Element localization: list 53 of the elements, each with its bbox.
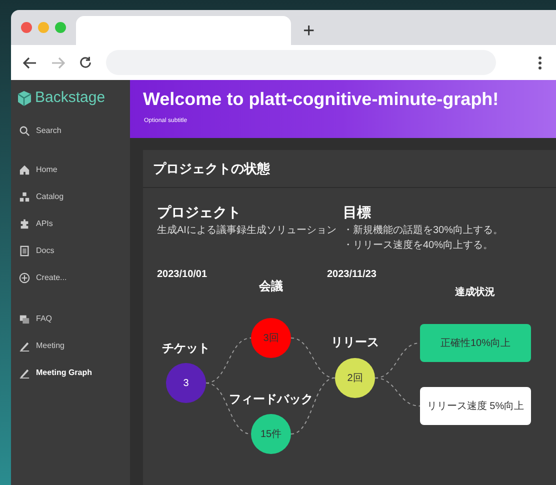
nav-item[interactable]: Create...: [11, 264, 130, 291]
goal-item: ・新規機能の話題を30%向上する。: [343, 224, 504, 238]
new-tab-button[interactable]: +: [291, 14, 327, 40]
connector: [290, 338, 336, 378]
nav-item[interactable]: Meeting Graph: [11, 359, 130, 386]
back-icon[interactable]: [23, 56, 37, 68]
search-icon: [19, 125, 30, 137]
document-icon: [19, 244, 30, 256]
connector: [206, 338, 252, 384]
node-label: 会議: [259, 278, 283, 295]
connector: [290, 378, 336, 434]
chat-icon: [19, 312, 30, 324]
nav-item[interactable]: Meeting: [11, 332, 130, 359]
home-icon: [19, 164, 30, 176]
plus-circle-icon: [19, 272, 30, 284]
logo-icon: [17, 90, 32, 106]
nav-item[interactable]: Search: [11, 116, 130, 146]
status-box: 正確性10%向上: [420, 324, 531, 362]
graph-node: 3: [166, 363, 206, 403]
graph-node: 3回: [251, 318, 291, 358]
graph-node: 2回: [335, 358, 375, 398]
date-label: 2023/10/01: [157, 268, 208, 282]
goals-heading: 目標: [343, 203, 372, 222]
nav-item[interactable]: Docs: [11, 237, 130, 264]
project-description: 生成AIによる議事録生成ソリューション: [157, 224, 338, 238]
date-label: 2023/11/23: [327, 268, 376, 282]
more-menu-icon[interactable]: [538, 56, 542, 70]
blocks-icon: [19, 190, 30, 202]
graph-node: 15件: [251, 414, 291, 454]
node-label: フィードバック: [229, 391, 313, 408]
nav-item[interactable]: Catalog: [11, 183, 130, 210]
page-title: Welcome to platt-cognitive-minute-graph!: [143, 88, 499, 111]
nav-item[interactable]: APIs: [11, 210, 130, 237]
goal-item: ・リリース速度を40%向上する。: [343, 238, 494, 253]
browser-tab[interactable]: [76, 16, 291, 45]
puzzle-icon: [19, 218, 30, 230]
project-heading: プロジェクト: [157, 203, 242, 222]
minimize-window-icon[interactable]: [38, 22, 49, 33]
nav-item[interactable]: FAQ: [11, 305, 130, 332]
logo-text: Backstage: [35, 88, 106, 108]
maximize-window-icon[interactable]: [55, 22, 66, 33]
status-box: リリース速度 5%向上: [420, 387, 531, 425]
pen-icon: [19, 366, 30, 378]
status-heading: 達成状況: [455, 286, 495, 300]
close-window-icon[interactable]: [21, 22, 32, 33]
nav-item[interactable]: Home: [11, 156, 130, 183]
reload-icon[interactable]: [79, 56, 92, 69]
connector: [374, 378, 420, 406]
node-label: チケット: [162, 340, 210, 357]
pen-icon: [19, 340, 30, 352]
node-label: リリース: [331, 334, 379, 351]
card-title: プロジェクトの状態: [143, 150, 556, 188]
forward-icon[interactable]: [51, 56, 65, 68]
